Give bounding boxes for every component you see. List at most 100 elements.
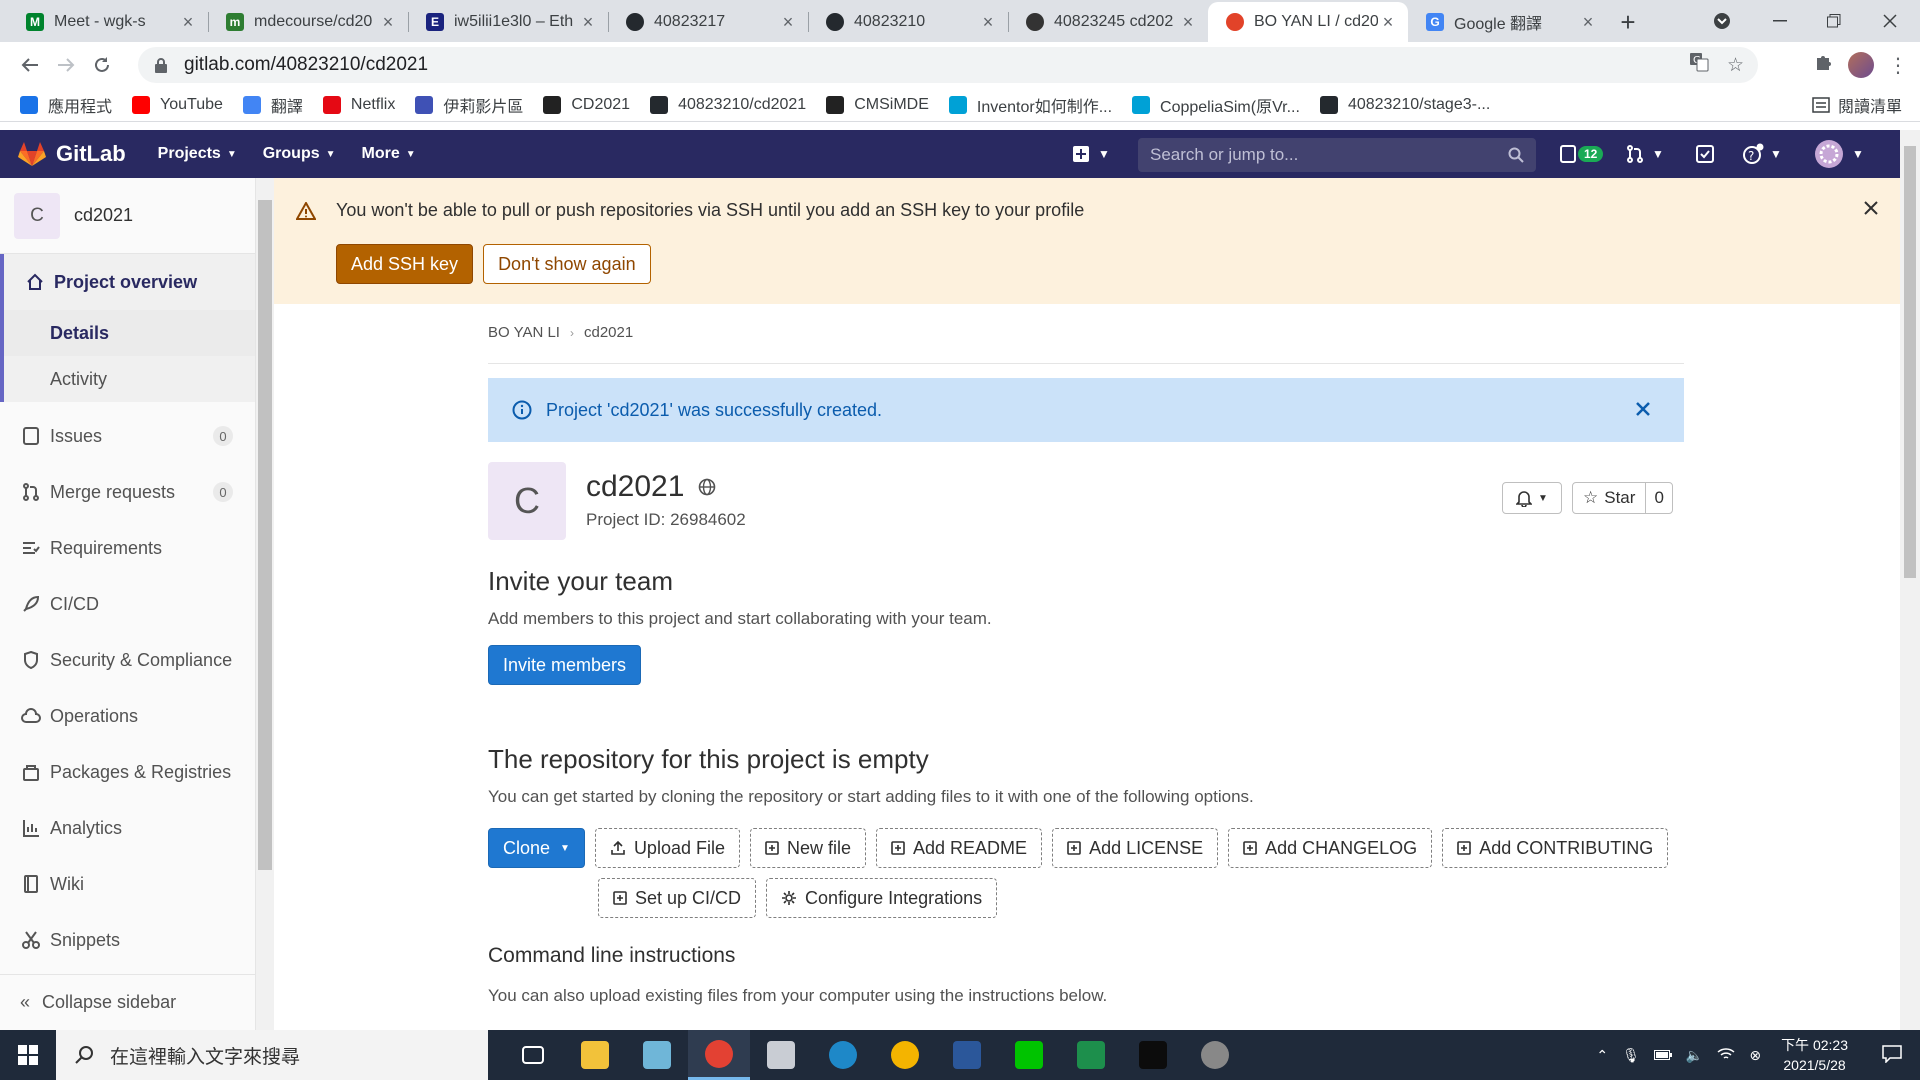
sidebar-item-ci-cd[interactable]: CI/CD xyxy=(0,576,255,632)
page-scrollbar[interactable] xyxy=(1900,130,1920,1030)
tab-search-button[interactable] xyxy=(1694,0,1750,42)
sidebar-item-issues[interactable]: Issues 0 xyxy=(0,408,255,464)
sidebar-subitem-activity[interactable]: Activity xyxy=(4,356,255,402)
bookmark-item[interactable]: CMSiMDE xyxy=(826,95,929,114)
sidebar-scrollbar[interactable] xyxy=(256,178,274,1030)
taskbar-search-input[interactable]: 在這裡輸入文字來搜尋 xyxy=(56,1030,488,1080)
taskbar-app[interactable] xyxy=(874,1030,936,1080)
new-item-dropdown[interactable]: ▼ xyxy=(1072,130,1110,178)
taskbar-app[interactable] xyxy=(688,1030,750,1080)
sidebar-scrollbar-thumb[interactable] xyxy=(258,200,272,870)
sidebar-item-merge-requests[interactable]: Merge requests 0 xyxy=(0,464,255,520)
bookmark-item[interactable]: 伊莉影片區 xyxy=(415,93,523,117)
star-button[interactable]: ☆ Star xyxy=(1573,483,1647,513)
bookmark-item[interactable]: CD2021 xyxy=(543,95,630,114)
sidebar-item-snippets[interactable]: Snippets xyxy=(0,912,255,968)
add-license-button[interactable]: Add LICENSE xyxy=(1052,828,1219,868)
tab-close-icon[interactable]: × xyxy=(1378,12,1398,33)
tab-close-icon[interactable]: × xyxy=(378,12,398,33)
taskbar-app[interactable] xyxy=(564,1030,626,1080)
add-readme-button[interactable]: Add README xyxy=(876,828,1043,868)
browser-tab[interactable]: m mdecourse/cd20 × xyxy=(208,2,408,42)
browser-tab[interactable]: BO YAN LI / cd20 × xyxy=(1208,2,1408,42)
browser-menu-icon[interactable]: ⋮ xyxy=(1888,53,1908,78)
bookmark-item[interactable]: 翻譯 xyxy=(242,93,303,117)
set-up-ci-cd-button[interactable]: Set up CI/CD xyxy=(598,878,757,918)
taskbar-app[interactable] xyxy=(502,1030,564,1080)
top-menu-projects[interactable]: Projects ▼ xyxy=(158,145,237,163)
restore-window-button[interactable] xyxy=(1806,0,1862,42)
notification-settings-dropdown[interactable]: ▼ xyxy=(1502,482,1562,514)
close-window-button[interactable] xyxy=(1862,0,1918,42)
issues-header-link[interactable]: 12 xyxy=(1560,130,1604,178)
reload-button[interactable] xyxy=(84,47,120,83)
tab-close-icon[interactable]: × xyxy=(978,12,998,33)
reading-list-button[interactable]: 閱讀清單 xyxy=(1812,88,1902,122)
sidebar-item-wiki[interactable]: Wiki xyxy=(0,856,255,912)
tab-close-icon[interactable]: × xyxy=(1178,12,1198,33)
breadcrumb-user-link[interactable]: BO YAN LI xyxy=(488,324,560,341)
wifi-icon[interactable] xyxy=(1717,1047,1735,1064)
taskbar-app[interactable] xyxy=(1122,1030,1184,1080)
dont-show-again-button[interactable]: Don't show again xyxy=(483,244,651,284)
sidebar-item-requirements[interactable]: Requirements xyxy=(0,520,255,576)
forward-button[interactable] xyxy=(48,47,84,83)
top-menu-groups[interactable]: Groups ▼ xyxy=(263,145,336,163)
sidebar-project-header[interactable]: C cd2021 xyxy=(0,178,255,254)
taskbar-app[interactable] xyxy=(936,1030,998,1080)
add-changelog-button[interactable]: Add CHANGELOG xyxy=(1228,828,1433,868)
browser-tab[interactable]: 40823245 cd202 × xyxy=(1008,2,1208,42)
gitlab-home-link[interactable]: GitLab xyxy=(18,141,126,167)
star-count[interactable]: 0 xyxy=(1646,483,1671,513)
start-button[interactable] xyxy=(0,1045,56,1065)
sidebar-item-security-compliance[interactable]: Security & Compliance xyxy=(0,632,255,688)
bookmark-item[interactable]: Inventor如何制作... xyxy=(948,93,1112,117)
sidebar-item-analytics[interactable]: Analytics xyxy=(0,800,255,856)
collapse-sidebar-button[interactable]: « Collapse sidebar xyxy=(0,974,255,1030)
top-menu-more[interactable]: More ▼ xyxy=(362,145,416,163)
bookmark-item[interactable]: 應用程式 xyxy=(20,93,112,117)
bookmark-star-icon[interactable]: ☆ xyxy=(1727,54,1744,77)
clone-dropdown-button[interactable]: Clone ▼ xyxy=(488,828,585,868)
clock[interactable]: 下午 02:23 2021/5/28 xyxy=(1781,1035,1848,1075)
bookmark-item[interactable]: 40823210/stage3-... xyxy=(1319,95,1490,114)
invite-members-button[interactable]: Invite members xyxy=(488,645,642,685)
todos-header-link[interactable] xyxy=(1696,130,1714,178)
gitlab-search-input[interactable]: Search or jump to... xyxy=(1138,138,1536,172)
sidebar-item-packages-registries[interactable]: Packages & Registries xyxy=(0,744,255,800)
taskbar-app[interactable] xyxy=(998,1030,1060,1080)
new-file-button[interactable]: New file xyxy=(749,828,867,868)
sidebar-subitem-details[interactable]: Details xyxy=(4,310,255,356)
user-menu-dropdown[interactable]: ▼ xyxy=(1814,130,1864,178)
browser-tab[interactable]: M Meet - wgk-s × xyxy=(8,2,208,42)
volume-icon[interactable]: 🔈 xyxy=(1686,1047,1703,1064)
browser-tab[interactable]: G Google 翻譯 × xyxy=(1408,2,1608,42)
new-tab-button[interactable]: + xyxy=(1608,2,1648,42)
minimize-window-button[interactable] xyxy=(1752,0,1808,42)
tab-close-icon[interactable]: × xyxy=(578,12,598,33)
bookmark-item[interactable]: 40823210/cd2021 xyxy=(650,95,806,114)
tab-close-icon[interactable]: × xyxy=(1578,12,1598,33)
profile-avatar[interactable] xyxy=(1848,52,1874,78)
address-bar[interactable]: gitlab.com/40823210/cd2021 G ☆ xyxy=(138,47,1758,83)
microphone-icon[interactable]: 🎙 xyxy=(1622,1047,1640,1064)
browser-tab[interactable]: Eiw5ilii1e3l0 – Eth × xyxy=(408,2,608,42)
battery-icon[interactable] xyxy=(1653,1047,1672,1063)
close-banner-button[interactable] xyxy=(1864,200,1878,220)
taskbar-app[interactable] xyxy=(626,1030,688,1080)
add-contributing-button[interactable]: Add CONTRIBUTING xyxy=(1442,828,1669,868)
extensions-puzzle-icon[interactable] xyxy=(1814,52,1834,78)
upload-file-button[interactable]: Upload File xyxy=(594,828,740,868)
help-dropdown[interactable]: ? ▼ xyxy=(1742,130,1782,178)
configure-integrations-button[interactable]: Configure Integrations xyxy=(766,878,998,918)
add-ssh-key-button[interactable]: Add SSH key xyxy=(336,244,474,284)
tab-close-icon[interactable]: × xyxy=(178,12,198,33)
browser-tab[interactable]: 40823210 × xyxy=(808,2,1008,42)
chevron-up-icon[interactable]: ⌃ xyxy=(1596,1047,1608,1064)
browser-tab[interactable]: 40823217 × xyxy=(608,2,808,42)
taskbar-app[interactable] xyxy=(1060,1030,1122,1080)
bookmark-item[interactable]: YouTube xyxy=(132,95,223,114)
sidebar-item-project-overview[interactable]: Project overview xyxy=(4,254,255,310)
dismiss-alert-button[interactable] xyxy=(1636,400,1664,421)
taskbar-app[interactable] xyxy=(1184,1030,1246,1080)
